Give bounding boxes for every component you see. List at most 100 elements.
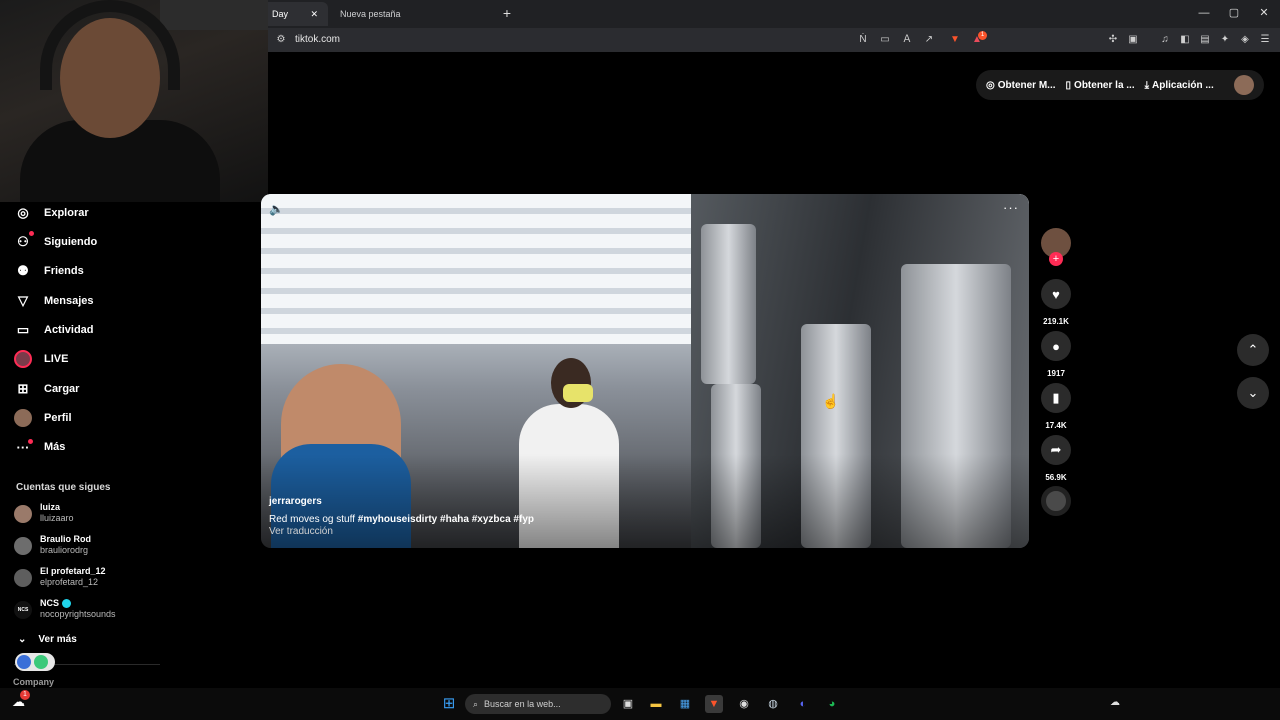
translate-link[interactable]: Ver traducción bbox=[269, 526, 333, 537]
ai-icon[interactable]: ✦ bbox=[1218, 33, 1232, 47]
video-more-icon[interactable]: ··· bbox=[1003, 200, 1019, 215]
webcam-headset bbox=[40, 0, 180, 90]
compass-icon: ◎ bbox=[17, 205, 29, 220]
music-disc-icon[interactable] bbox=[1041, 486, 1071, 516]
menu-icon[interactable]: ☰ bbox=[1258, 33, 1272, 47]
list-item[interactable]: luiza lluizaaro bbox=[14, 501, 74, 524]
hashtag[interactable]: #fyp bbox=[513, 514, 534, 525]
like-action: ♥ 219.1K bbox=[1041, 279, 1071, 326]
comment-action: ● 1917 bbox=[1041, 331, 1071, 378]
avatar bbox=[14, 505, 32, 523]
sidebar-item-siguiendo[interactable]: ⚇ Siguiendo bbox=[14, 231, 97, 253]
video-scene-bin bbox=[701, 224, 756, 384]
minimize-button[interactable]: — bbox=[1190, 4, 1218, 22]
media-icon[interactable]: ♫ bbox=[1158, 33, 1172, 47]
save-action: ▮ 17.4K bbox=[1041, 383, 1071, 430]
video-player[interactable]: 🔈 ··· jerrarogers Red moves og stuff #my… bbox=[261, 194, 1029, 548]
taskbar-search-input[interactable]: ⌕ Buscar en la web... bbox=[465, 694, 611, 714]
extensions-icon[interactable]: ✣ bbox=[1106, 33, 1120, 47]
sidebar-item-mas[interactable]: ··· Más bbox=[14, 436, 66, 458]
windows-start-icon[interactable]: ⊞ bbox=[440, 695, 458, 713]
brave-shield-icon[interactable]: ▼ bbox=[948, 33, 962, 47]
user-avatar[interactable] bbox=[1234, 75, 1254, 95]
download-icon: ⤓ bbox=[1144, 79, 1150, 91]
sidebar-item-perfil[interactable]: Perfil bbox=[14, 407, 72, 429]
hashtag[interactable]: #xyzbca bbox=[472, 514, 511, 525]
translate-icon[interactable]: Ａ bbox=[900, 33, 914, 47]
video-scene-mask bbox=[563, 384, 593, 402]
messages-icon: ▽ bbox=[18, 293, 28, 308]
share-icon[interactable]: ➦ bbox=[1041, 435, 1071, 465]
tab-label: Day bbox=[272, 9, 289, 19]
activity-icon: ▭ bbox=[16, 322, 30, 337]
sidebar-item-explorar[interactable]: ◎ Explorar bbox=[14, 202, 88, 224]
next-video-button[interactable]: ⌄ bbox=[1237, 377, 1269, 409]
restore-button[interactable]: ▢ bbox=[1220, 4, 1248, 22]
webcam-background bbox=[160, 0, 268, 30]
store-icon[interactable]: ▦ bbox=[676, 695, 694, 713]
friends-icon: ⚉ bbox=[17, 263, 29, 278]
screenshot-icon[interactable]: ▣ bbox=[1126, 33, 1140, 47]
reader-icon[interactable]: Ṅ bbox=[856, 33, 870, 47]
share-page-icon[interactable]: ↗ bbox=[922, 33, 936, 47]
comment-icon[interactable]: ● bbox=[1041, 331, 1071, 361]
company-link[interactable]: Company bbox=[13, 677, 54, 687]
tab-day[interactable]: Day ✕ bbox=[262, 2, 328, 26]
task-view-icon[interactable]: ▣ bbox=[619, 695, 637, 713]
sidebar-item-cargar[interactable]: ⊞ Cargar bbox=[14, 378, 80, 400]
see-more-button[interactable]: ⌄ Ver más bbox=[18, 634, 77, 645]
tab-label: Nueva pestaña bbox=[340, 9, 401, 19]
save-count: 17.4K bbox=[1045, 421, 1067, 430]
brave-browser-icon[interactable]: ▼ bbox=[705, 695, 723, 713]
url-text[interactable]: tiktok.com bbox=[295, 34, 340, 45]
bookmark-icon[interactable]: ▮ bbox=[1041, 383, 1071, 413]
discord-icon[interactable]: ◐ bbox=[794, 695, 812, 713]
sidebar-item-mensajes[interactable]: ▽ Mensajes bbox=[14, 290, 94, 312]
following-icon: ⚇ bbox=[17, 234, 29, 249]
desktop-app-button[interactable]: ⤓ Aplicación ... bbox=[1145, 80, 1214, 91]
get-coins-button[interactable]: ◎ Obtener M... bbox=[986, 80, 1056, 91]
mouse-cursor-icon: ☝ bbox=[822, 393, 840, 409]
new-tab-button[interactable]: + bbox=[498, 4, 516, 22]
close-window-button[interactable]: ✕ bbox=[1250, 4, 1278, 22]
like-count: 219.1K bbox=[1043, 317, 1069, 326]
previous-video-button[interactable]: ⌃ bbox=[1237, 334, 1269, 366]
list-item[interactable]: NCS NCS nocopyrightsounds bbox=[14, 597, 116, 620]
wallet-icon[interactable]: ▤ bbox=[1198, 33, 1212, 47]
hashtag[interactable]: #myhouseisdirty bbox=[358, 514, 437, 525]
site-info-icon[interactable]: ⚙ bbox=[274, 33, 288, 47]
tab-new-tab[interactable]: Nueva pestaña bbox=[330, 2, 490, 26]
hashtag[interactable]: #haha bbox=[440, 514, 469, 525]
spotify-icon[interactable]: ◕ bbox=[823, 695, 841, 713]
sidebar-item-friends[interactable]: ⚉ Friends bbox=[14, 260, 84, 282]
avatar bbox=[14, 537, 32, 555]
video-username[interactable]: jerrarogers bbox=[269, 496, 322, 507]
steam-icon[interactable]: ◍ bbox=[764, 695, 782, 713]
brave-widget[interactable] bbox=[15, 653, 55, 671]
vpn-icon[interactable]: ◈ bbox=[1238, 33, 1252, 47]
share-count: 56.9K bbox=[1045, 473, 1067, 482]
obs-icon[interactable]: ◉ bbox=[735, 695, 753, 713]
sidebar-item-actividad[interactable]: ▭ Actividad bbox=[14, 319, 94, 341]
follow-button[interactable]: + bbox=[1049, 252, 1063, 266]
file-explorer-icon[interactable]: ▬ bbox=[647, 695, 665, 713]
list-item[interactable]: El profetard_12 elprofetard_12 bbox=[14, 565, 106, 588]
avatar bbox=[14, 569, 32, 587]
cast-icon[interactable]: ▭ bbox=[878, 33, 892, 47]
following-section-title: Cuentas que sigues bbox=[16, 482, 111, 493]
sidebar-item-live[interactable]: LIVE bbox=[14, 348, 68, 370]
share-action: ➦ 56.9K bbox=[1041, 435, 1071, 482]
notification-badge: 1 bbox=[20, 690, 30, 700]
upload-icon: ⊞ bbox=[17, 381, 29, 396]
close-tab-icon[interactable]: ✕ bbox=[310, 9, 318, 20]
phone-icon: ▯ bbox=[1065, 79, 1072, 91]
sidebar-toggle-icon[interactable]: ◧ bbox=[1178, 33, 1192, 47]
tray-cloud-icon[interactable]: ☁ bbox=[1110, 697, 1120, 708]
heart-icon[interactable]: ♥ bbox=[1041, 279, 1071, 309]
volume-icon[interactable]: 🔈 bbox=[269, 202, 284, 216]
search-icon: ⌕ bbox=[473, 698, 479, 709]
get-app-button[interactable]: ▯ Obtener la ... bbox=[1066, 80, 1135, 91]
list-item[interactable]: Braulio Rod brauliorodrg bbox=[14, 533, 91, 556]
header-actions: ◎ Obtener M... ▯ Obtener la ... ⤓ Aplicació… bbox=[976, 70, 1264, 100]
webcam-overlay bbox=[0, 0, 268, 202]
